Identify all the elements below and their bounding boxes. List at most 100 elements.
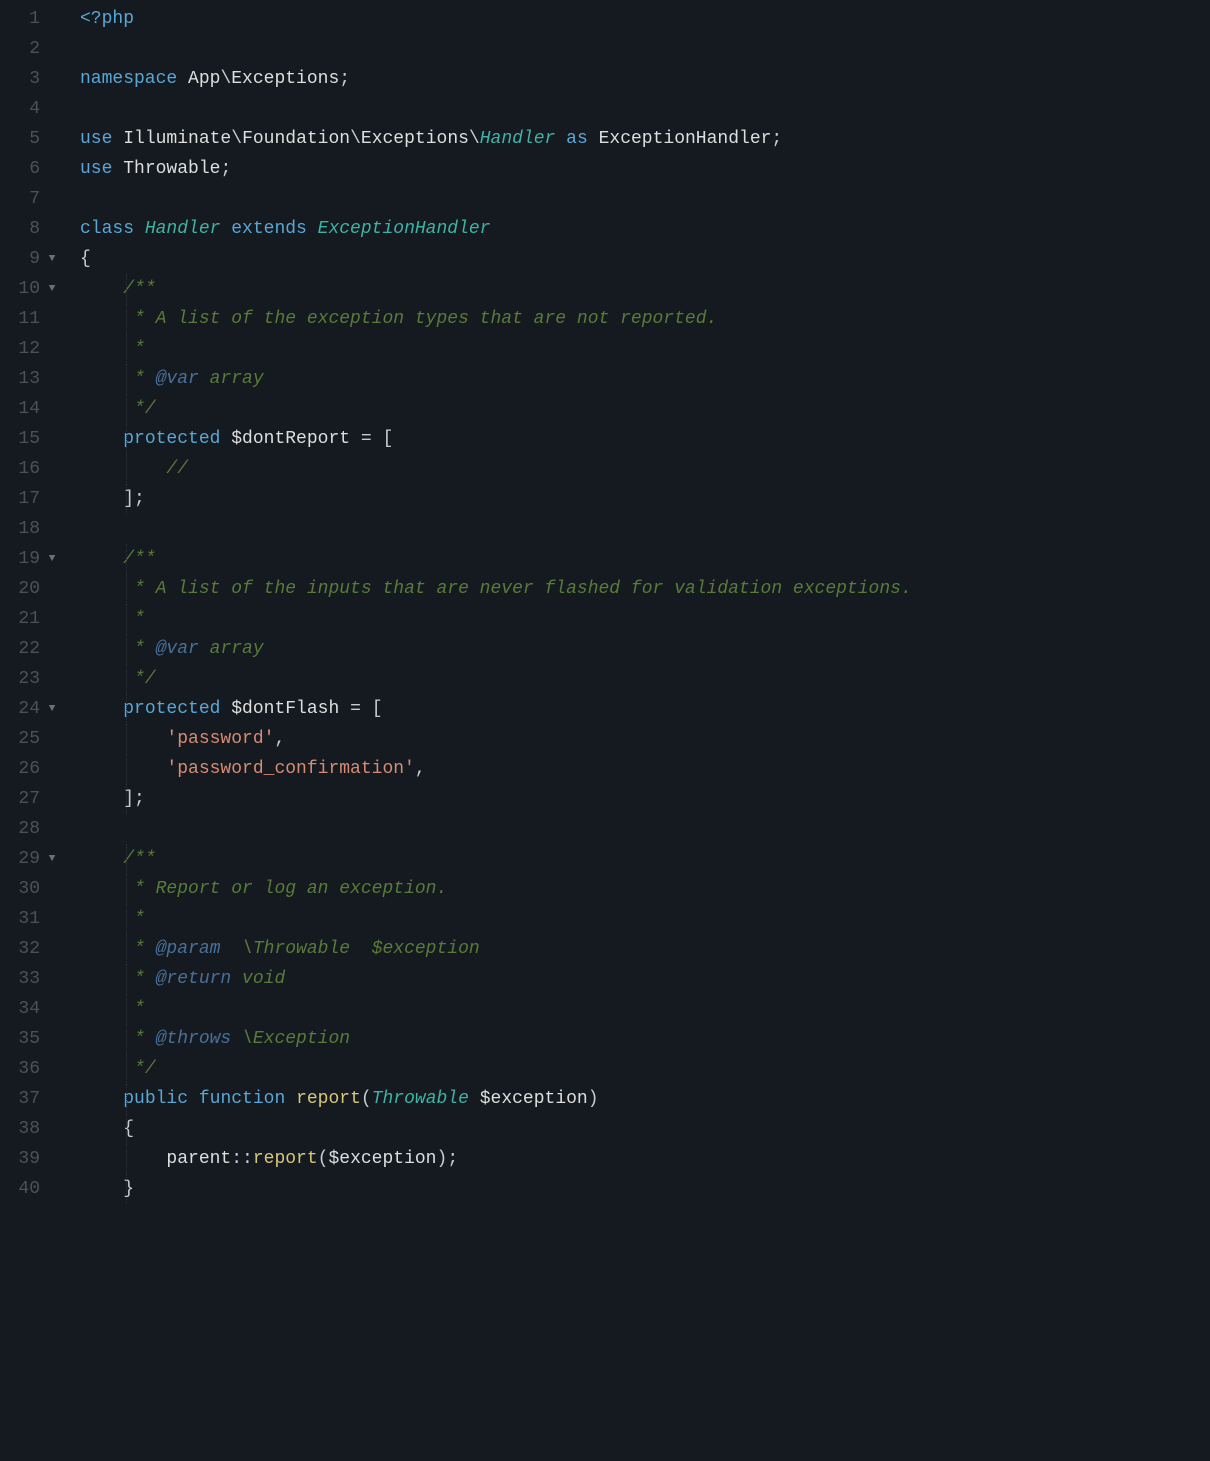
token: 'password' <box>166 729 274 749</box>
code-line[interactable]: * A list of the inputs that are never fl… <box>80 574 1210 604</box>
code-line[interactable]: * @return void <box>80 964 1210 994</box>
line-number: 22 <box>12 634 40 664</box>
gutter-line: 25 <box>0 724 62 754</box>
token: parent <box>166 1149 231 1169</box>
token: , <box>274 729 285 749</box>
gutter-line: 17 <box>0 484 62 514</box>
indent-guide <box>126 1024 127 1054</box>
code-line[interactable]: * @var array <box>80 634 1210 664</box>
code-line[interactable]: ]; <box>80 484 1210 514</box>
code-text: use Illuminate\Foundation\Exceptions\Han… <box>80 129 782 149</box>
code-line[interactable]: ]; <box>80 784 1210 814</box>
fold-toggle-icon[interactable]: ▼ <box>44 244 60 274</box>
code-line[interactable]: * @var array <box>80 364 1210 394</box>
line-number: 34 <box>12 994 40 1024</box>
code-text: { <box>80 249 91 269</box>
gutter-line: 19▼ <box>0 544 62 574</box>
token: @var <box>156 639 199 659</box>
indent-guide <box>126 1144 127 1174</box>
token: @var <box>156 369 199 389</box>
indent-guide <box>126 1114 127 1144</box>
line-number: 26 <box>12 754 40 784</box>
code-line[interactable]: 'password', <box>80 724 1210 754</box>
token: \ <box>350 129 361 149</box>
fold-toggle-icon[interactable]: ▼ <box>44 694 60 724</box>
code-line[interactable]: */ <box>80 664 1210 694</box>
token: array <box>199 639 264 659</box>
code-line[interactable]: * <box>80 334 1210 364</box>
code-line[interactable]: { <box>80 1114 1210 1144</box>
token: protected <box>123 699 231 719</box>
code-line[interactable]: * @param \Throwable $exception <box>80 934 1210 964</box>
indent-guide <box>126 364 127 394</box>
code-line[interactable] <box>80 514 1210 544</box>
gutter-line: 11 <box>0 304 62 334</box>
token: */ <box>123 399 155 419</box>
gutter-line: 28 <box>0 814 62 844</box>
line-number: 36 <box>12 1054 40 1084</box>
code-line[interactable]: * @throws \Exception <box>80 1024 1210 1054</box>
code-line[interactable]: use Illuminate\Foundation\Exceptions\Han… <box>80 124 1210 154</box>
code-line[interactable] <box>80 814 1210 844</box>
fold-toggle-icon[interactable]: ▼ <box>44 544 60 574</box>
code-line[interactable]: protected $dontFlash = [ <box>80 694 1210 724</box>
code-line[interactable]: /** <box>80 544 1210 574</box>
token: 'password_confirmation' <box>166 759 414 779</box>
gutter-line: 30 <box>0 874 62 904</box>
code-line[interactable]: /** <box>80 844 1210 874</box>
code-line[interactable]: * <box>80 994 1210 1024</box>
code-line[interactable]: // <box>80 454 1210 484</box>
code-line[interactable]: * A list of the exception types that are… <box>80 304 1210 334</box>
code-line[interactable]: use Throwable; <box>80 154 1210 184</box>
line-number: 8 <box>12 214 40 244</box>
token: , <box>415 759 426 779</box>
code-line[interactable]: protected $dontReport = [ <box>80 424 1210 454</box>
code-line[interactable]: * <box>80 604 1210 634</box>
code-line[interactable] <box>80 184 1210 214</box>
line-number: 17 <box>12 484 40 514</box>
code-text: * @param \Throwable $exception <box>80 939 480 959</box>
code-line[interactable]: { <box>80 244 1210 274</box>
gutter-line: 27 <box>0 784 62 814</box>
gutter-line: 7 <box>0 184 62 214</box>
code-line[interactable]: */ <box>80 394 1210 424</box>
code-line[interactable]: public function report(Throwable $except… <box>80 1084 1210 1114</box>
code-line[interactable]: * Report or log an exception. <box>80 874 1210 904</box>
token: @throws <box>156 1029 232 1049</box>
gutter-line: 6 <box>0 154 62 184</box>
gutter-line: 39 <box>0 1144 62 1174</box>
line-number: 16 <box>12 454 40 484</box>
gutter-line: 33 <box>0 964 62 994</box>
code-line[interactable]: 'password_confirmation', <box>80 754 1210 784</box>
indent-guide <box>126 634 127 664</box>
code-text: * A list of the exception types that are… <box>80 309 717 329</box>
fold-toggle-icon[interactable]: ▼ <box>44 274 60 304</box>
code-line[interactable]: } <box>80 1174 1210 1204</box>
code-line[interactable]: namespace App\Exceptions; <box>80 64 1210 94</box>
token: :: <box>231 1149 253 1169</box>
code-line[interactable]: * <box>80 904 1210 934</box>
code-line[interactable]: class Handler extends ExceptionHandler <box>80 214 1210 244</box>
code-line[interactable] <box>80 34 1210 64</box>
code-line[interactable]: parent::report($exception); <box>80 1144 1210 1174</box>
code-editor[interactable]: 123456789▼10▼111213141516171819▼20212223… <box>0 0 1210 1461</box>
code-text: * @throws \Exception <box>80 1029 350 1049</box>
gutter-line: 23 <box>0 664 62 694</box>
code-line[interactable]: <?php <box>80 4 1210 34</box>
indent-guide <box>126 994 127 1024</box>
token: = <box>350 429 382 449</box>
token <box>469 1089 480 1109</box>
token: use <box>80 159 123 179</box>
code-line[interactable] <box>80 94 1210 124</box>
fold-toggle-icon[interactable]: ▼ <box>44 844 60 874</box>
code-line[interactable]: */ <box>80 1054 1210 1084</box>
token: /** <box>123 279 155 299</box>
line-number: 25 <box>12 724 40 754</box>
token: \ <box>231 129 242 149</box>
line-number: 33 <box>12 964 40 994</box>
code-text: * @var array <box>80 639 264 659</box>
code-area[interactable]: <?php namespace App\Exceptions; use Illumi… <box>66 4 1210 1461</box>
code-line[interactable]: /** <box>80 274 1210 304</box>
code-text: * @return void <box>80 969 285 989</box>
code-text: * <box>80 339 145 359</box>
